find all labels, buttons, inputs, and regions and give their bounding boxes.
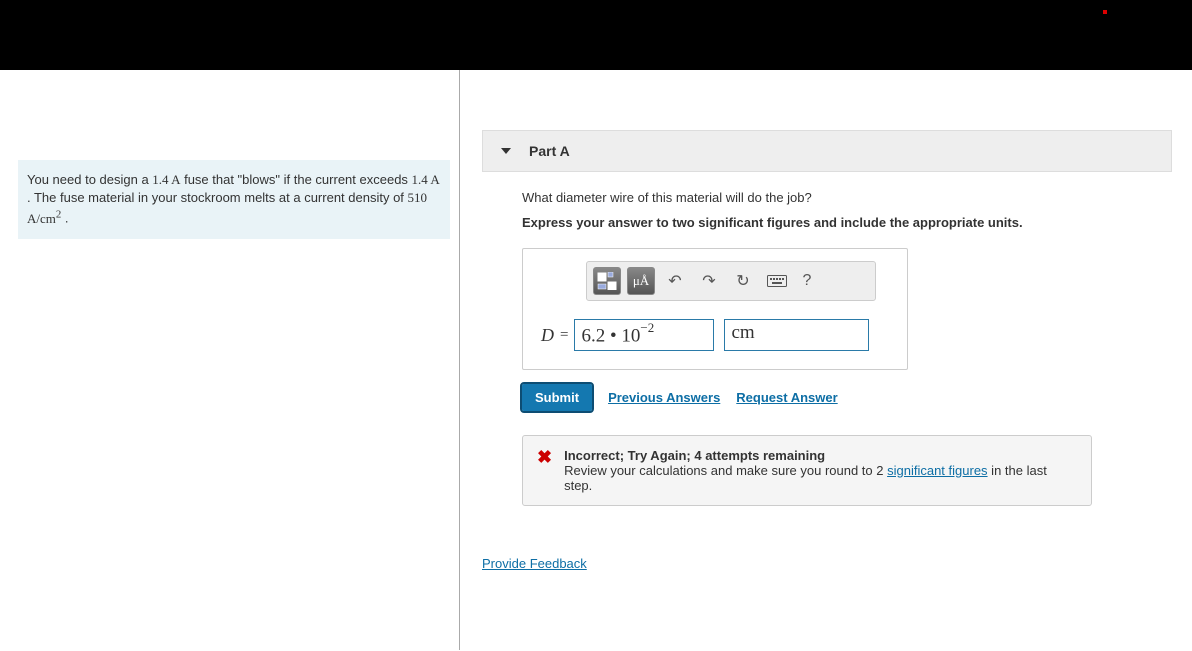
part-title: Part A — [529, 143, 570, 159]
templates-button[interactable] — [593, 267, 621, 295]
problem-statement: You need to design a 1.4 A fuse that "bl… — [18, 160, 450, 239]
answer-column: Part A What diameter wire of this materi… — [460, 70, 1192, 650]
feedback-panel: ✖ Incorrect; Try Again; 4 attempts remai… — [522, 435, 1092, 506]
answer-box: μÅ ↶ ↷ ↻ ? D = 6.2 • 10−2 cm — [522, 248, 908, 370]
page-layout: You need to design a 1.4 A fuse that "bl… — [0, 70, 1192, 650]
part-body: What diameter wire of this material will… — [482, 172, 1192, 506]
equals-label: = — [560, 327, 568, 344]
instruction-text: Express your answer to two significant f… — [522, 215, 1152, 230]
provide-feedback-link[interactable]: Provide Feedback — [482, 556, 587, 571]
keyboard-button[interactable] — [763, 267, 791, 295]
variable-label: D — [541, 325, 554, 346]
part-header[interactable]: Part A — [482, 130, 1172, 172]
collapse-icon — [501, 148, 511, 154]
formula-toolbar: μÅ ↶ ↷ ↻ ? — [586, 261, 876, 301]
problem-text: fuse that "blows" if the current exceeds — [180, 172, 411, 187]
feedback-body: Review your calculations and make sure y… — [564, 463, 1077, 493]
question-text: What diameter wire of this material will… — [522, 190, 1152, 205]
action-row: Submit Previous Answers Request Answer — [522, 384, 1152, 411]
unit-input[interactable]: cm — [724, 319, 869, 351]
problem-text: You need to design a — [27, 172, 152, 187]
problem-value-threshold: 1.4 A — [412, 172, 440, 187]
problem-text: . The fuse material in your stockroom me… — [27, 190, 408, 205]
problem-value-current: 1.4 A — [152, 172, 180, 187]
request-answer-link[interactable]: Request Answer — [736, 390, 837, 405]
reset-button[interactable]: ↻ — [729, 267, 757, 295]
notification-dot — [1103, 10, 1107, 14]
previous-answers-link[interactable]: Previous Answers — [608, 390, 720, 405]
help-button[interactable]: ? — [797, 272, 817, 290]
problem-text: . — [61, 211, 68, 226]
feedback-content: Incorrect; Try Again; 4 attempts remaini… — [564, 448, 1077, 493]
redo-button[interactable]: ↷ — [695, 267, 723, 295]
symbols-button[interactable]: μÅ — [627, 267, 655, 295]
feedback-title: Incorrect; Try Again; 4 attempts remaini… — [564, 448, 1077, 463]
incorrect-icon: ✖ — [537, 448, 552, 466]
undo-button[interactable]: ↶ — [661, 267, 689, 295]
significant-figures-link[interactable]: significant figures — [887, 463, 987, 478]
answer-row: D = 6.2 • 10−2 cm — [541, 319, 893, 351]
top-header — [0, 0, 1192, 70]
submit-button[interactable]: Submit — [522, 384, 592, 411]
problem-column: You need to design a 1.4 A fuse that "bl… — [0, 70, 460, 650]
value-input[interactable]: 6.2 • 10−2 — [574, 319, 714, 351]
